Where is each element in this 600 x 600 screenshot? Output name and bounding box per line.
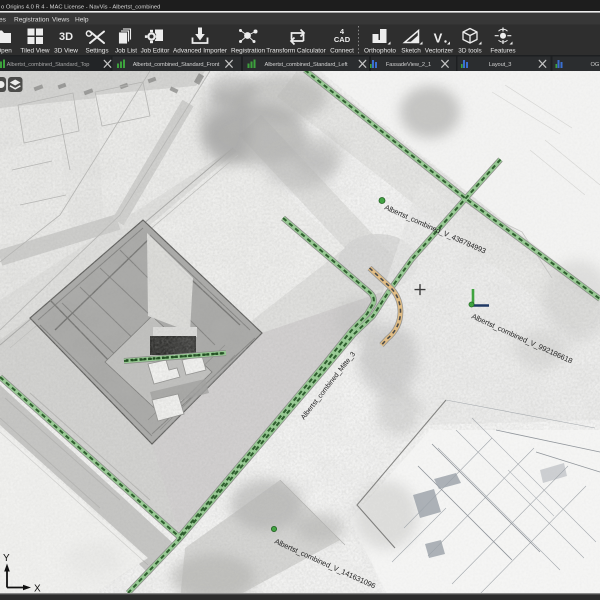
svg-text:Job Editor: Job Editor — [141, 48, 171, 55]
svg-text:CAD: CAD — [334, 35, 351, 44]
svg-text:V: V — [434, 31, 443, 46]
svg-text:Connect: Connect — [330, 48, 354, 55]
svg-text:Sketch: Sketch — [401, 48, 421, 55]
svg-text:3D tools: 3D tools — [458, 48, 481, 55]
svg-text:Y: Y — [3, 553, 10, 564]
svg-text:3D: 3D — [59, 31, 73, 43]
svg-text:X: X — [34, 584, 41, 595]
svg-text:Registration: Registration — [231, 48, 266, 55]
svg-text:3D View: 3D View — [54, 48, 78, 55]
svg-text:Vectorizer: Vectorizer — [425, 48, 454, 55]
svg-text:OG: OG — [591, 62, 600, 68]
svg-text:FassadeView_2_1: FassadeView_2_1 — [386, 62, 431, 68]
svg-text:Tiled View: Tiled View — [20, 48, 50, 55]
svg-text:Job List: Job List — [115, 48, 137, 55]
svg-text:Features: Features — [490, 48, 515, 55]
svg-text:Views: Views — [52, 16, 70, 23]
svg-text:Settings: Settings — [85, 48, 108, 55]
svg-text:Albertst_combined_Standard_Lef: Albertst_combined_Standard_Left — [265, 62, 348, 68]
svg-text:es: es — [0, 16, 7, 23]
svg-text:Open: Open — [0, 48, 12, 55]
svg-text:Layout_3: Layout_3 — [489, 62, 512, 68]
svg-text:Transform Calculator: Transform Calculator — [266, 48, 326, 55]
svg-text:o Origins 4.0 R 4 - MAC Licens: o Origins 4.0 R 4 - MAC License - NavVis… — [1, 4, 160, 10]
svg-text:Albertst_combined_Standard_Fro: Albertst_combined_Standard_Front — [133, 62, 220, 68]
svg-text:Albertst_combined_Standard_Top: Albertst_combined_Standard_Top — [7, 62, 90, 68]
svg-text:Orthophoto: Orthophoto — [364, 48, 396, 55]
svg-text:Registration: Registration — [14, 16, 50, 23]
svg-text:Help: Help — [75, 16, 89, 23]
svg-text:Advanced Importer: Advanced Importer — [173, 48, 228, 55]
